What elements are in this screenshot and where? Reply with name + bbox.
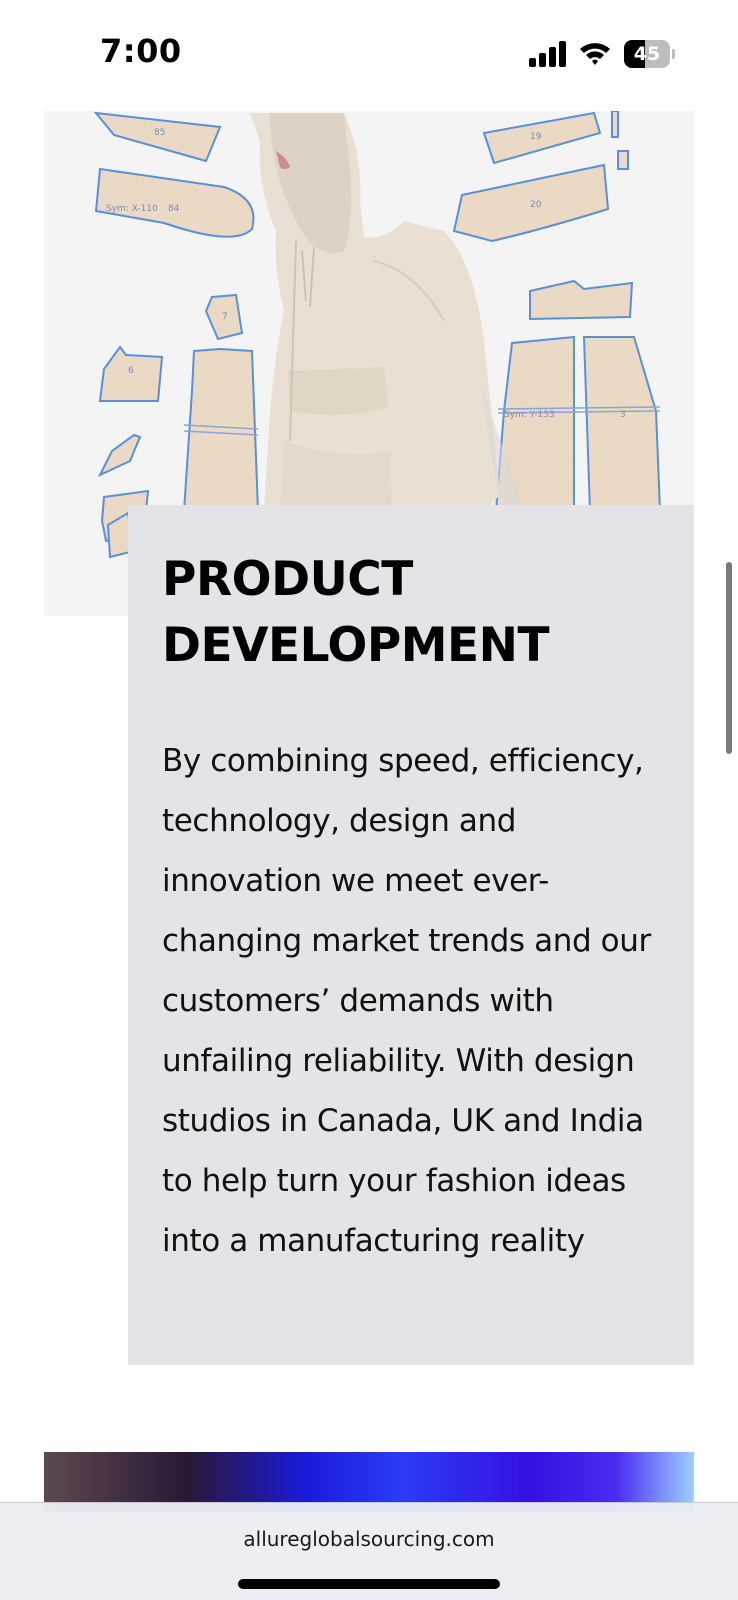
- svg-text:3: 3: [620, 410, 626, 420]
- home-indicator[interactable]: [238, 1579, 500, 1589]
- battery-cap: [672, 49, 675, 59]
- signal-icon: [528, 40, 568, 68]
- status-bar: 7:00 45: [0, 0, 738, 110]
- product-development-card: PRODUCT DEVELOPMENT By combining speed, e…: [128, 505, 694, 1365]
- svg-text:19: 19: [530, 132, 542, 142]
- wifi-icon: [578, 38, 612, 68]
- svg-text:6: 6: [128, 366, 134, 376]
- card-title-line-2: DEVELOPMENT: [162, 618, 550, 673]
- battery-icon: 45: [624, 40, 676, 68]
- battery-body: 45: [624, 40, 670, 68]
- card-title-line-1: PRODUCT: [162, 552, 413, 607]
- status-time: 7:00: [100, 32, 182, 70]
- page-scrollbar[interactable]: [726, 562, 732, 754]
- svg-text:84: 84: [168, 204, 180, 214]
- svg-text:Sym: X-110: Sym: X-110: [106, 204, 158, 214]
- svg-text:Sym: Y-133: Sym: Y-133: [504, 410, 555, 420]
- battery-level: 45: [633, 43, 661, 65]
- svg-text:20: 20: [530, 200, 542, 210]
- svg-text:85: 85: [154, 128, 165, 138]
- card-body-text: By combining speed, efficiency, technolo…: [162, 743, 651, 1259]
- screen: 7:00 45 85 84 Sym: X-110 19 20 7 6 Sym: …: [0, 0, 738, 1600]
- svg-text:7: 7: [222, 312, 228, 322]
- card-title: PRODUCT DEVELOPMENT: [162, 547, 682, 679]
- browser-address-bar[interactable]: allureglobalsourcing.com: [0, 1502, 738, 1600]
- url-text[interactable]: allureglobalsourcing.com: [0, 1527, 738, 1551]
